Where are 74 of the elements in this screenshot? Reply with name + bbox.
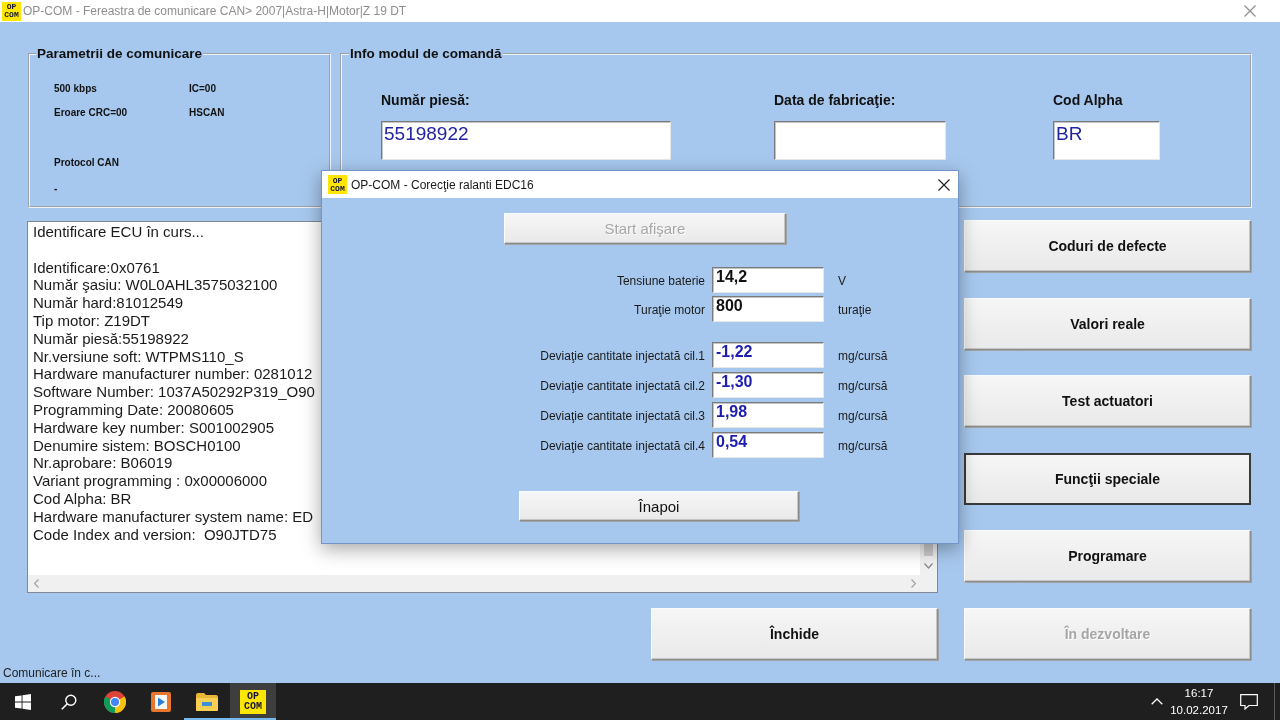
- action-button[interactable]: Închide: [651, 608, 938, 660]
- log-line: Denumire sistem: BOSCH0100: [33, 436, 241, 455]
- unit-label: mg/cursă: [838, 379, 888, 393]
- app-logo: OP COM: [2, 1, 21, 21]
- log-line: Hardware manufacturer number: 0281012: [33, 365, 313, 384]
- log-line: Număr piesă:55198922: [33, 329, 189, 348]
- input-field[interactable]: 800: [712, 296, 824, 322]
- param-text: HSCAN: [189, 107, 225, 119]
- log-line: Software Number: 1037A50292P319_O90: [33, 383, 315, 401]
- unit-label: V: [838, 274, 846, 288]
- taskbar-app[interactable]: OP COM: [230, 683, 276, 720]
- log-line: Identificare ECU în curs...: [33, 223, 204, 241]
- input-field[interactable]: [774, 121, 946, 160]
- action-button[interactable]: Test actuatori: [964, 375, 1251, 427]
- status-text: Comunicare în c...: [3, 666, 101, 681]
- unit-label: mg/cursă: [838, 439, 888, 453]
- log-line: Nr.aprobare: B06019: [33, 454, 173, 473]
- input-field[interactable]: 1,98: [712, 402, 824, 428]
- scroll-down-icon[interactable]: [924, 563, 933, 569]
- log-line: Identificare:0x0761: [33, 258, 160, 277]
- action-button[interactable]: Funcţii speciale: [964, 452, 1251, 505]
- log-line: Hardware manufacturer system name: ED: [33, 507, 314, 526]
- unit-label: mg/cursă: [838, 349, 888, 363]
- input-field[interactable]: 14,2: [712, 267, 824, 293]
- clock-time[interactable]: 16:17: [1184, 684, 1214, 702]
- input-field[interactable]: -1,30: [712, 372, 824, 398]
- log-line: Tip motor: Z19DT: [33, 312, 150, 330]
- input-field[interactable]: BR: [1053, 121, 1160, 160]
- input-field[interactable]: -1,22: [712, 342, 824, 368]
- field-label: Deviaţie cantitate injectată cil.1: [540, 349, 705, 363]
- log-line: Nr.versiune soft: WTPMS110_S: [33, 347, 244, 366]
- app-logo: OP COM: [328, 175, 347, 194]
- group-title: Parametrii de comunicare: [36, 46, 204, 61]
- param-text: IC=00: [189, 83, 216, 95]
- unit-label: turaţie: [838, 303, 872, 317]
- app-logo: OP COM: [240, 689, 266, 714]
- log-line: Număr hard:81012549: [33, 294, 184, 312]
- field-label: Deviaţie cantitate injectată cil.4: [540, 439, 705, 453]
- windows-logo-icon: [15, 693, 31, 710]
- group-title: Info modul de comandă: [349, 46, 503, 61]
- field-label: Deviaţie cantitate injectată cil.3: [540, 409, 705, 423]
- log-line: Număr şasiu: W0L0AHL3575032100: [33, 276, 278, 295]
- unit-label: mg/cursă: [838, 409, 888, 423]
- dialog-title: OP-COM - Corecţie ralanti EDC16: [351, 177, 534, 192]
- chrome-browser-icon: [104, 690, 126, 713]
- search-icon: [61, 693, 77, 710]
- back-button[interactable]: Înapoi: [519, 491, 799, 521]
- field-label: Număr piesă:: [381, 92, 470, 108]
- log-line: Cod Alpha: BR: [33, 489, 132, 508]
- param-text: Eroare CRC=00: [54, 107, 128, 119]
- input-field[interactable]: 55198922: [381, 121, 671, 160]
- field-label: Tensiune baterie: [616, 274, 705, 288]
- window-title: OP-COM - Fereastra de comunicare CAN> 2007|Astra-H|Motor|Z 19 DT: [23, 4, 407, 18]
- log-line: Code Index and version: O90JTD75: [33, 525, 277, 544]
- log-line: Programming Date: 20080605: [33, 400, 234, 419]
- media-player-icon: [151, 691, 171, 712]
- param-text: Protocol CAN: [54, 157, 119, 169]
- action-button[interactable]: Valori reale: [964, 297, 1251, 350]
- action-button[interactable]: Programare: [964, 530, 1251, 582]
- input-field[interactable]: 0,54: [712, 432, 824, 458]
- close-icon[interactable]: [938, 178, 950, 191]
- field-label: Cod Alpha: [1053, 92, 1123, 108]
- param-text: -: [54, 183, 58, 195]
- field-label: Deviaţie cantitate injectată cil.2: [540, 379, 705, 393]
- log-line: Variant programming : 0x00006000: [33, 472, 268, 490]
- field-label: Turaţie motor: [634, 303, 705, 317]
- action-button[interactable]: Coduri de defecte: [964, 220, 1251, 272]
- param-text: 500 kbps: [54, 83, 97, 95]
- log-line: Hardware key number: S001002905: [33, 418, 274, 437]
- chevron-up-icon[interactable]: [1151, 698, 1163, 705]
- clock-date[interactable]: 10.02.2017: [1170, 701, 1228, 719]
- speech-bubble-icon[interactable]: [1240, 693, 1258, 710]
- field-label: Data de fabricaţie:: [774, 92, 896, 108]
- folder-icon: [196, 692, 218, 711]
